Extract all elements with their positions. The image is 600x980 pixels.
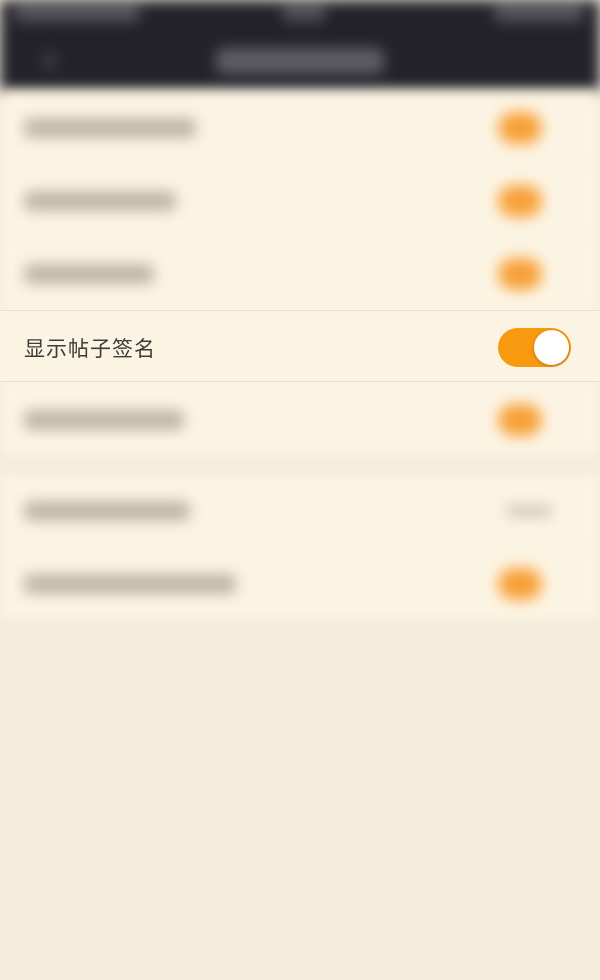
settings-row-label xyxy=(24,118,196,138)
settings-row-label xyxy=(24,574,236,594)
settings-row-label xyxy=(24,264,154,284)
status-bar-left xyxy=(14,5,140,21)
back-arrow-icon[interactable] xyxy=(40,50,62,72)
status-bar-right xyxy=(494,5,584,21)
settings-row-label xyxy=(24,410,184,430)
page-title xyxy=(216,48,384,74)
show-signature-toggle[interactable] xyxy=(498,328,571,367)
settings-row[interactable] xyxy=(0,384,600,457)
toggle-switch[interactable] xyxy=(498,568,542,600)
settings-row-label xyxy=(24,191,176,211)
status-bar-time xyxy=(282,6,326,20)
settings-row-value xyxy=(506,505,552,517)
toggle-knob[interactable] xyxy=(534,330,569,365)
settings-row[interactable] xyxy=(0,92,600,165)
section-divider xyxy=(0,457,600,475)
nav-header xyxy=(0,0,600,92)
show-signature-label: 显示帖子签名 xyxy=(24,337,156,361)
settings-row[interactable] xyxy=(0,238,600,311)
settings-row-label xyxy=(24,501,190,521)
toggle-switch[interactable] xyxy=(498,185,542,217)
settings-row[interactable] xyxy=(0,475,600,548)
settings-row-show-signature[interactable]: 显示帖子签名 xyxy=(0,310,600,382)
toggle-switch[interactable] xyxy=(498,404,542,436)
toggle-switch[interactable] xyxy=(498,258,542,290)
settings-row[interactable] xyxy=(0,165,600,238)
toggle-switch[interactable] xyxy=(498,112,542,144)
settings-row[interactable] xyxy=(0,548,600,621)
